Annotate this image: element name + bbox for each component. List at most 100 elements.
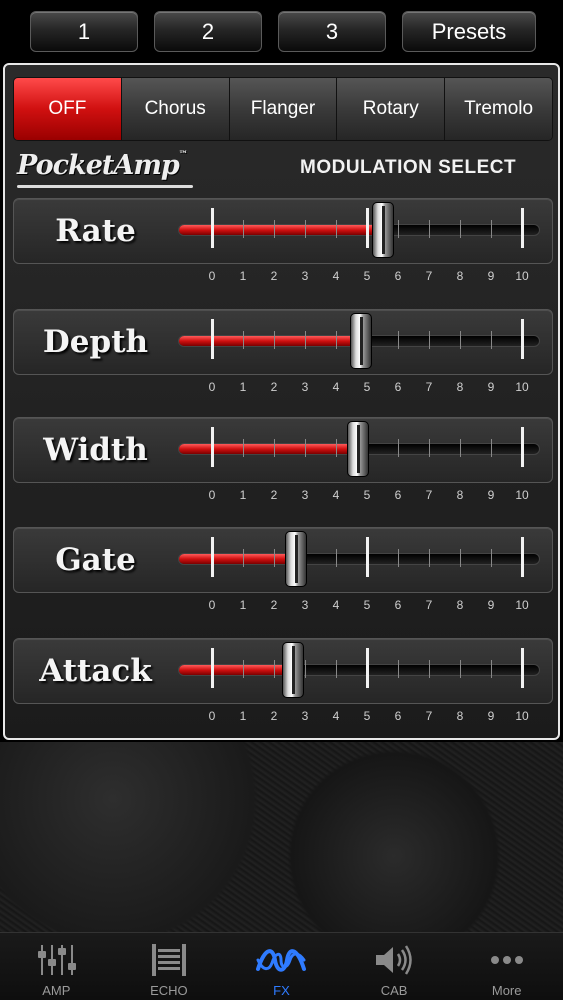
scale-label: 4 — [332, 598, 340, 612]
scale-label: 5 — [363, 598, 371, 612]
scale-label: 9 — [487, 598, 495, 612]
slider-tick — [242, 439, 244, 457]
slider-tick — [242, 549, 244, 567]
scale-label: 1 — [239, 488, 247, 502]
slider-tick — [335, 660, 337, 678]
scale-label: 3 — [301, 269, 309, 283]
brand-text: PocketAmp — [17, 150, 180, 181]
slider-tick — [304, 439, 306, 457]
scale-label: 4 — [332, 269, 340, 283]
tab-amp[interactable]: AMP — [0, 933, 113, 1000]
slider-tick — [335, 331, 337, 349]
tab-label: CAB — [380, 983, 408, 998]
gate-slider-track[interactable] — [178, 553, 540, 565]
tab-label: ECHO — [150, 983, 188, 998]
depth-slider-knob[interactable] — [349, 313, 372, 369]
brand-trademark: ™ — [178, 150, 188, 160]
preset-3-button[interactable]: 3 — [278, 11, 386, 52]
slider-tick — [428, 331, 430, 349]
scale-label: 5 — [363, 488, 371, 502]
slider-tick — [490, 220, 492, 238]
scale-label: 0 — [208, 598, 216, 612]
scale-label: 5 — [363, 380, 371, 394]
rate-slider-track[interactable] — [178, 224, 540, 236]
scale-label: 6 — [394, 380, 402, 394]
slider-label: Attack — [39, 653, 152, 689]
pocketamp-logo: PocketAmp™ — [17, 150, 197, 190]
tab-cab[interactable]: CAB — [338, 933, 451, 1000]
slider-tick — [490, 549, 492, 567]
fx-wave-icon — [255, 943, 307, 977]
tab-fx[interactable]: FX — [225, 933, 338, 1000]
tab-echo[interactable]: ECHO — [113, 933, 226, 1000]
scale-label: 8 — [456, 709, 464, 723]
segment-flanger[interactable]: Flanger — [229, 78, 338, 140]
scale-label: 7 — [425, 709, 433, 723]
scale-label: 0 — [208, 269, 216, 283]
scale-label: 8 — [456, 380, 464, 394]
tab-label: More — [491, 983, 522, 998]
slider-scale: 0 1 2 3 4 5 6 7 8 9 10 — [13, 269, 553, 285]
slider-tick — [459, 549, 461, 567]
scale-label: 2 — [270, 380, 278, 394]
preset-bar: 1 2 3 Presets — [0, 0, 563, 60]
attack-slider-track[interactable] — [178, 664, 540, 676]
slider-tick — [520, 427, 524, 467]
scale-label: 2 — [270, 598, 278, 612]
scale-label: 1 — [239, 598, 247, 612]
gate-slider-knob[interactable] — [284, 531, 307, 587]
slider-tick — [520, 537, 524, 577]
mixer-sliders-icon — [36, 943, 77, 977]
scale-label: 9 — [487, 488, 495, 502]
scale-label: 0 — [208, 380, 216, 394]
slider-tick — [242, 331, 244, 349]
slider-fill — [179, 554, 297, 564]
scale-label: 8 — [456, 488, 464, 502]
segment-off[interactable]: OFF — [14, 78, 122, 140]
segment-chorus[interactable]: Chorus — [121, 78, 230, 140]
slider-tick — [459, 331, 461, 349]
slider-label: Depth — [42, 324, 149, 360]
slider-tick — [397, 220, 399, 238]
preset-1-button[interactable]: 1 — [30, 11, 138, 52]
scale-label: 8 — [456, 269, 464, 283]
speaker-icon — [373, 943, 415, 977]
preset-2-button[interactable]: 2 — [154, 11, 262, 52]
slider-tick — [520, 208, 524, 248]
slider-tick — [273, 220, 275, 238]
segment-rotary[interactable]: Rotary — [337, 78, 446, 140]
scale-label: 2 — [270, 488, 278, 502]
scale-label: 4 — [332, 488, 340, 502]
slider-scale: 0 1 2 3 4 5 6 7 8 9 10 — [13, 488, 553, 504]
slider-tick — [335, 220, 337, 238]
scale-label: 0 — [208, 709, 216, 723]
slider-tick — [273, 660, 275, 678]
attack-slider-knob[interactable] — [281, 642, 304, 698]
logo-underline — [17, 185, 193, 188]
rate-slider-knob[interactable] — [371, 202, 394, 258]
modulation-title: MODULATION SELECT — [300, 157, 517, 178]
scale-label: 9 — [487, 380, 495, 394]
segment-tremolo[interactable]: Tremolo — [445, 78, 552, 140]
scale-label: 10 — [515, 488, 529, 502]
slider-tick — [365, 537, 369, 577]
scale-label: 6 — [394, 598, 402, 612]
width-slider-knob[interactable] — [346, 421, 369, 477]
presets-button[interactable]: Presets — [402, 11, 536, 52]
leather-background — [0, 742, 563, 932]
slider-tick — [210, 319, 214, 359]
slider-tick — [304, 660, 306, 678]
slider-tick — [520, 319, 524, 359]
scale-label: 0 — [208, 488, 216, 502]
tab-more[interactable]: More — [450, 933, 563, 1000]
scale-label: 2 — [270, 709, 278, 723]
slider-tick — [459, 660, 461, 678]
scale-label: 4 — [332, 380, 340, 394]
slider-scale: 0 1 2 3 4 5 6 7 8 9 10 — [13, 709, 553, 725]
tab-bar: AMP ECHO FX CAB More — [0, 932, 563, 1000]
slider-tick — [210, 208, 214, 248]
modulation-panel: OFF Chorus Flanger Rotary Tremolo Pocket… — [3, 63, 560, 740]
scale-label: 6 — [394, 269, 402, 283]
slider-row-depth: Depth 0 1 2 3 4 5 6 7 8 9 10 — [13, 309, 553, 409]
scale-label: 3 — [301, 380, 309, 394]
